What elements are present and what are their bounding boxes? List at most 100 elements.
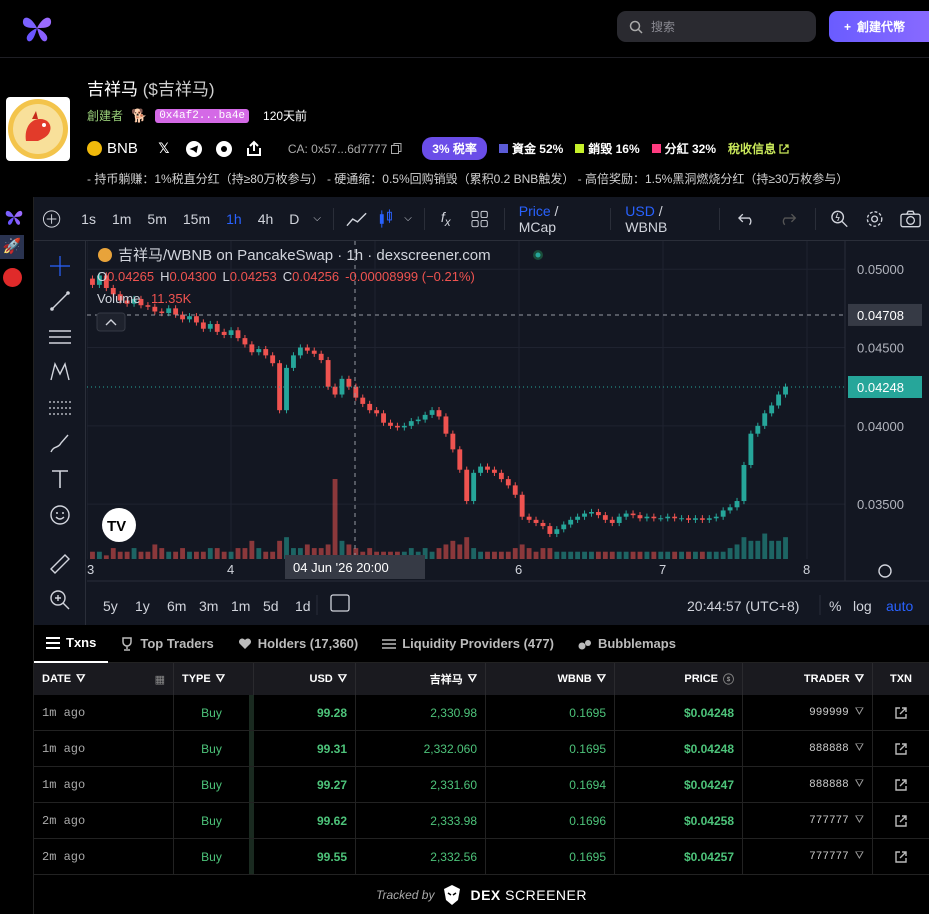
cell-trader[interactable]: 777777 ⛛	[743, 839, 873, 874]
brush-tool-icon[interactable]	[48, 431, 72, 455]
header-type[interactable]: TYPE ⛛	[174, 663, 254, 695]
interval-4h[interactable]: 4h	[250, 211, 282, 227]
range-1d[interactable]: 1d	[295, 598, 311, 614]
external-link-icon[interactable]	[895, 706, 907, 719]
quick-search-icon[interactable]	[830, 209, 849, 229]
filter-icon[interactable]: ⛛	[468, 673, 477, 686]
cell-trader[interactable]: 999999 ⛛	[743, 695, 873, 730]
tab-holders[interactable]: Holders (17,360)	[226, 625, 370, 663]
undo-icon[interactable]	[738, 212, 755, 226]
price-chart[interactable]: 0.050000.045000.040000.035003456780.0470…	[87, 241, 929, 625]
share-icon[interactable]	[244, 139, 264, 159]
filter-icon[interactable]: ⛛	[855, 743, 864, 755]
filter-icon[interactable]: ⛛	[855, 851, 864, 863]
cell-txn[interactable]	[873, 803, 929, 838]
trader-address[interactable]: 999999	[809, 707, 849, 719]
date-range-icon[interactable]	[330, 594, 350, 612]
header-price[interactable]: PRICE ⓢ	[615, 663, 743, 695]
search-input[interactable]	[651, 19, 801, 34]
table-row[interactable]: 1m ago Buy 99.31 2,332.060 0.1695 $0.04248 888…	[34, 731, 929, 767]
tab-txns[interactable]: Txns	[34, 625, 109, 663]
external-link-icon[interactable]	[895, 778, 907, 791]
trader-address[interactable]: 777777	[809, 815, 849, 827]
tab-liquidity-providers[interactable]: Liquidity Providers (477)	[370, 625, 566, 663]
header-wbnb[interactable]: WBNB ⛛	[486, 663, 615, 695]
filter-icon[interactable]: ⛛	[855, 673, 864, 686]
text-tool-icon[interactable]	[48, 467, 72, 491]
interval-1h[interactable]: 1h	[218, 211, 250, 227]
chevron-down-icon[interactable]: ⌵	[307, 213, 327, 224]
candles-icon[interactable]	[377, 208, 394, 229]
cell-trader[interactable]: 888888 ⛛	[743, 731, 873, 766]
header-usd[interactable]: USD ⛛	[254, 663, 356, 695]
zoom-in-tool-icon[interactable]	[48, 588, 72, 612]
cell-txn[interactable]	[873, 839, 929, 874]
header-trader[interactable]: TRADER ⛛	[743, 663, 873, 695]
settings-gear-icon[interactable]	[865, 209, 884, 229]
range-5d[interactable]: 5d	[263, 598, 279, 614]
usd-wbnb-toggle[interactable]: USD / WBNB	[617, 203, 713, 235]
community-icon[interactable]	[214, 139, 234, 159]
redo-icon[interactable]	[779, 212, 797, 226]
cell-trader[interactable]: 777777 ⛛	[743, 803, 873, 838]
interval-5m[interactable]: 5m	[139, 211, 174, 227]
external-link-icon[interactable]	[895, 814, 907, 827]
butterfly-small-icon[interactable]	[4, 207, 24, 227]
collapse-legend-button[interactable]	[96, 312, 126, 332]
tax-info-link[interactable]: 稅收信息	[728, 140, 789, 157]
trend-line-tool-icon[interactable]	[48, 289, 72, 313]
filter-icon[interactable]: ⛛	[338, 673, 347, 686]
trader-address[interactable]: 777777	[809, 851, 849, 863]
external-link-icon[interactable]	[895, 850, 907, 863]
axis-settings-gear-icon[interactable]	[878, 564, 892, 578]
tab-top-traders[interactable]: Top Traders	[108, 625, 225, 663]
filter-icon[interactable]: ⛛	[76, 673, 85, 686]
table-row[interactable]: 1m ago Buy 99.28 2,330.98 0.1695 $0.04248 9999…	[34, 695, 929, 731]
range-1y[interactable]: 1y	[135, 598, 150, 614]
percent-toggle[interactable]: %	[829, 598, 841, 614]
cell-txn[interactable]	[873, 695, 929, 730]
dollar-circle-icon[interactable]: ⓢ	[723, 671, 734, 687]
table-row[interactable]: 2m ago Buy 99.55 2,332.56 0.1695 $0.04257 7777…	[34, 839, 929, 875]
filter-icon[interactable]: ⛛	[855, 815, 864, 827]
header-token[interactable]: 吉祥马 ⛛	[356, 663, 486, 695]
filter-icon[interactable]: ⛛	[216, 673, 225, 686]
contract-address[interactable]: CA: 0x57...6d7777	[288, 142, 402, 156]
rocket-icon[interactable]: 🚀	[0, 235, 24, 259]
line-chart-icon[interactable]	[346, 210, 367, 228]
chart-type-chevron-icon[interactable]: ⌵	[398, 213, 418, 224]
trader-address[interactable]: 888888	[809, 779, 849, 791]
prediction-tool-icon[interactable]	[48, 396, 72, 420]
table-row[interactable]: 1m ago Buy 99.27 2,331.60 0.1694 $0.04247 8888…	[34, 767, 929, 803]
screenshot-camera-icon[interactable]	[900, 210, 921, 228]
range-6m[interactable]: 6m	[167, 598, 186, 614]
copy-icon[interactable]	[391, 143, 402, 154]
interval-d[interactable]: D	[281, 211, 307, 227]
trader-address[interactable]: 888888	[809, 743, 849, 755]
auto-toggle[interactable]: auto	[886, 598, 913, 614]
emoji-tool-icon[interactable]	[48, 503, 72, 527]
add-indicator-plus-icon[interactable]	[42, 209, 61, 229]
dexscreener-brand[interactable]: DEX SCREENER	[470, 887, 586, 903]
horizontal-lines-tool-icon[interactable]	[48, 325, 72, 349]
search-box[interactable]	[617, 11, 816, 42]
table-row[interactable]: 2m ago Buy 99.62 2,333.98 0.1696 $0.04258 7777…	[34, 803, 929, 839]
range-5y[interactable]: 5y	[103, 598, 118, 614]
cell-txn[interactable]	[873, 767, 929, 802]
range-1m[interactable]: 1m	[231, 598, 250, 614]
crosshair-tool-icon[interactable]	[48, 254, 72, 278]
ruler-tool-icon[interactable]	[48, 552, 72, 576]
indicators-fx-icon[interactable]: fx	[431, 209, 461, 229]
filter-icon[interactable]: ⛛	[855, 779, 864, 791]
interval-1m[interactable]: 1m	[104, 211, 139, 227]
pattern-tool-icon[interactable]	[48, 360, 72, 384]
filter-icon[interactable]: ⛛	[597, 673, 606, 686]
creator-address[interactable]: 0x4af2...ba4e	[155, 108, 250, 123]
telegram-icon[interactable]	[184, 139, 204, 159]
range-3m[interactable]: 3m	[199, 598, 218, 614]
create-token-button[interactable]: + 創建代幣	[829, 11, 929, 42]
layout-grid-icon[interactable]	[471, 210, 488, 228]
calendar-icon[interactable]: ▦	[155, 673, 165, 686]
external-link-icon[interactable]	[895, 742, 907, 755]
header-date[interactable]: DATE ⛛ ▦	[34, 663, 174, 695]
